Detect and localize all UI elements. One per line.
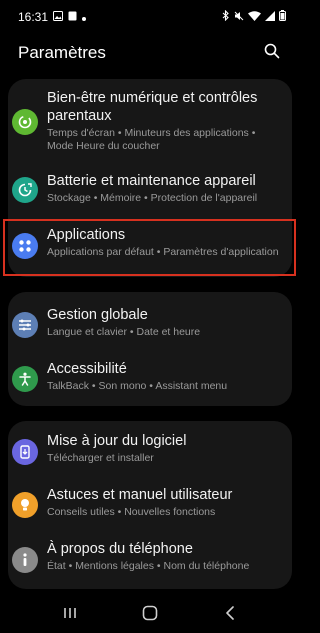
status-bar: 16:31 — [0, 0, 300, 34]
item-title: Batterie et maintenance appareil — [47, 173, 256, 189]
search-icon — [264, 43, 280, 64]
item-title: À propos du téléphone — [47, 541, 193, 557]
battery-icon — [279, 10, 286, 24]
item-title: Bien-être numérique et contrôles parenta… — [47, 90, 258, 124]
back-button[interactable] — [210, 600, 250, 630]
software-update-icon — [12, 439, 38, 465]
page-title: Paramètres — [18, 43, 106, 62]
bluetooth-icon — [222, 9, 230, 24]
item-title: Mise à jour du logiciel — [47, 433, 187, 449]
item-software-update[interactable]: Mise à jour du logiciel Télécharger et i… — [8, 432, 292, 472]
item-accessibility[interactable]: Accessibilité TalkBack • Son mono • Assi… — [8, 360, 292, 400]
gallery-notification-icon — [53, 10, 64, 24]
item-general-management[interactable]: Gestion globale Langue et clavier • Date… — [8, 306, 292, 346]
recent-apps-button[interactable] — [50, 600, 90, 630]
dot-icon — [82, 10, 87, 24]
item-about-phone[interactable]: À propos du téléphone État • Mentions lé… — [8, 540, 292, 580]
header: Paramètres — [0, 34, 300, 72]
item-digital-wellbeing[interactable]: Bien-être numérique et contrôles parenta… — [8, 89, 292, 155]
item-tips[interactable]: Astuces et manuel utilisateur Conseils u… — [8, 486, 292, 526]
status-left: 16:31 — [18, 10, 87, 24]
general-management-icon — [12, 312, 38, 338]
item-subtitle: Stockage • Mémoire • Protection de l'app… — [47, 192, 258, 204]
item-subtitle: TalkBack • Son mono • Assistant menu — [47, 380, 228, 392]
item-device-care[interactable]: Batterie et maintenance appareil Stockag… — [8, 172, 292, 216]
home-icon — [142, 605, 158, 626]
tips-icon — [12, 492, 38, 518]
status-time: 16:31 — [18, 10, 49, 24]
item-subtitle: Télécharger et installer — [47, 452, 154, 464]
accessibility-icon — [12, 366, 38, 392]
signal-icon — [265, 10, 275, 24]
highlight-box — [3, 219, 296, 276]
item-title: Gestion globale — [47, 307, 148, 323]
search-button[interactable] — [260, 41, 284, 65]
notification-icon — [68, 10, 77, 24]
navigation-bar — [0, 597, 300, 633]
home-button[interactable] — [130, 600, 170, 630]
wifi-icon — [248, 10, 261, 24]
settings-card-3: Mise à jour du logiciel Télécharger et i… — [8, 421, 292, 589]
item-subtitle: État • Mentions légales • Nom du télépho… — [47, 560, 250, 572]
item-title: Astuces et manuel utilisateur — [47, 487, 233, 503]
item-subtitle: Temps d'écran • Minuteurs des applicatio… — [47, 127, 256, 152]
status-right — [222, 9, 286, 24]
device-care-icon — [12, 177, 38, 203]
digital-wellbeing-icon — [12, 109, 38, 135]
item-subtitle: Conseils utiles • Nouvelles fonctions — [47, 506, 216, 518]
mute-icon — [234, 10, 244, 24]
item-title: Accessibilité — [47, 361, 127, 377]
back-icon — [225, 605, 235, 625]
recent-apps-icon — [63, 606, 77, 625]
about-phone-icon — [12, 547, 38, 573]
settings-card-2: Gestion globale Langue et clavier • Date… — [8, 292, 292, 406]
item-subtitle: Langue et clavier • Date et heure — [47, 326, 201, 338]
